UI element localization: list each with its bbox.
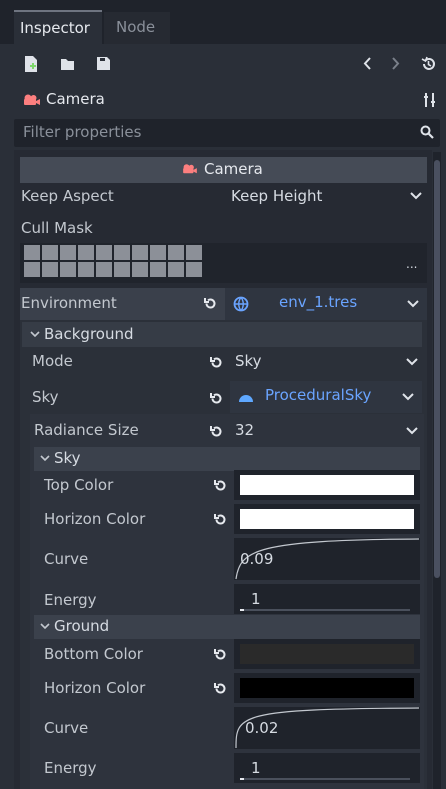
radiance-dropdown[interactable]: 32 xyxy=(230,418,422,446)
sky-energy-slider[interactable]: 1 xyxy=(234,584,420,614)
history-icon[interactable] xyxy=(421,56,436,71)
chevron-down-icon xyxy=(410,192,424,206)
bottom-color-picker[interactable] xyxy=(234,639,420,669)
object-name: Camera xyxy=(46,90,105,108)
keep-aspect-label: Keep Aspect xyxy=(21,187,114,205)
sky-energy-value: 1 xyxy=(251,590,261,608)
save-icon[interactable] xyxy=(96,56,111,71)
mode-dropdown[interactable]: Sky xyxy=(230,349,422,377)
background-title: Background xyxy=(44,325,134,343)
chevron-down-icon xyxy=(40,623,50,630)
chevron-down-icon xyxy=(40,455,50,462)
ground-horizon-color-swatch xyxy=(240,678,414,698)
top-color-picker[interactable] xyxy=(234,470,420,500)
ground-curve-editor[interactable]: 0.02 xyxy=(234,707,420,749)
sky-value: ProceduralSky xyxy=(265,386,372,404)
chevron-down-icon xyxy=(30,331,40,338)
revert-icon[interactable] xyxy=(209,391,224,406)
radiance-value: 32 xyxy=(235,421,255,439)
revert-icon[interactable] xyxy=(213,512,228,527)
filter-placeholder: Filter properties xyxy=(23,123,142,141)
top-color-label: Top Color xyxy=(44,476,114,494)
revert-icon[interactable] xyxy=(213,681,228,696)
chevron-right-icon[interactable] xyxy=(391,56,401,71)
tab-node-label: Node xyxy=(116,18,156,36)
globe-icon xyxy=(233,296,249,312)
chevron-down-icon xyxy=(406,358,420,372)
new-resource-icon[interactable] xyxy=(24,56,38,72)
sky-label: Sky xyxy=(32,388,59,406)
sky-group-title: Sky xyxy=(54,449,81,467)
chevron-down-icon xyxy=(407,300,421,314)
sky-curve-label: Curve xyxy=(44,550,89,568)
chevron-down-icon xyxy=(402,393,416,407)
environment-value: env_1.tres xyxy=(279,293,358,311)
sky-group-header[interactable]: Sky xyxy=(34,447,420,471)
sky-energy-fill xyxy=(240,609,244,611)
camera-icon xyxy=(182,163,198,175)
tab-inspector[interactable]: Inspector xyxy=(14,10,102,44)
ground-horizon-color-picker[interactable] xyxy=(234,673,420,703)
ground-horizon-color-label: Horizon Color xyxy=(44,679,146,697)
sky-energy-label: Energy xyxy=(44,591,97,609)
folder-open-icon[interactable] xyxy=(60,57,76,71)
section-title: Camera xyxy=(204,160,263,178)
sky-curve-editor[interactable]: 0.09 xyxy=(234,538,420,580)
bottom-color-label: Bottom Color xyxy=(44,645,143,663)
ground-energy-label: Energy xyxy=(44,759,97,777)
search-icon xyxy=(420,125,434,139)
background-header[interactable]: Background xyxy=(22,322,422,347)
chevron-down-icon xyxy=(406,427,420,441)
mode-value: Sky xyxy=(235,352,262,370)
environment-label: Environment xyxy=(21,294,117,312)
sky-energy-track xyxy=(240,609,410,611)
filter-input[interactable]: Filter properties xyxy=(14,119,440,147)
revert-icon[interactable] xyxy=(209,355,224,370)
mode-label: Mode xyxy=(32,352,73,370)
ground-energy-fill xyxy=(240,778,244,780)
tools-icon[interactable] xyxy=(423,92,437,108)
camera-icon xyxy=(23,93,41,107)
sky-icon xyxy=(238,391,254,403)
sky-curve-value: 0.09 xyxy=(240,550,274,568)
sky-horizon-color-picker[interactable] xyxy=(234,504,420,534)
environment-resource-picker[interactable]: env_1.tres xyxy=(225,288,427,320)
revert-icon[interactable] xyxy=(213,647,228,662)
revert-icon[interactable] xyxy=(209,424,224,439)
ground-curve-value: 0.02 xyxy=(245,719,279,737)
radiance-label: Radiance Size xyxy=(34,421,139,439)
cull-mask-more-button[interactable]: ... xyxy=(400,243,427,283)
sky-horizon-color-label: Horizon Color xyxy=(44,510,146,528)
cull-mask-more: ... xyxy=(406,257,418,271)
ground-energy-slider[interactable]: 1 xyxy=(234,753,420,783)
section-header-camera[interactable]: Camera xyxy=(20,157,427,183)
keep-aspect-value: Keep Height xyxy=(231,187,323,205)
scrollbar-thumb[interactable] xyxy=(434,160,440,578)
sky-resource-picker[interactable]: ProceduralSky xyxy=(230,381,422,413)
bottom-color-swatch xyxy=(240,644,414,664)
revert-icon[interactable] xyxy=(213,478,228,493)
ground-group-title: Ground xyxy=(54,617,110,635)
revert-icon[interactable] xyxy=(203,296,218,311)
tab-node[interactable]: Node xyxy=(104,12,170,44)
top-color-swatch xyxy=(240,475,414,495)
ground-energy-value: 1 xyxy=(251,759,261,777)
sky-horizon-color-swatch xyxy=(240,509,414,529)
cull-mask-label: Cull Mask xyxy=(21,219,93,237)
ground-energy-track xyxy=(240,778,410,780)
ground-group-header[interactable]: Ground xyxy=(34,615,420,639)
ground-curve-label: Curve xyxy=(44,719,89,737)
chevron-left-icon[interactable] xyxy=(362,56,372,71)
cull-mask-grid[interactable] xyxy=(20,243,400,283)
keep-aspect-dropdown[interactable]: Keep Height xyxy=(225,183,427,211)
tab-inspector-label: Inspector xyxy=(20,19,90,37)
